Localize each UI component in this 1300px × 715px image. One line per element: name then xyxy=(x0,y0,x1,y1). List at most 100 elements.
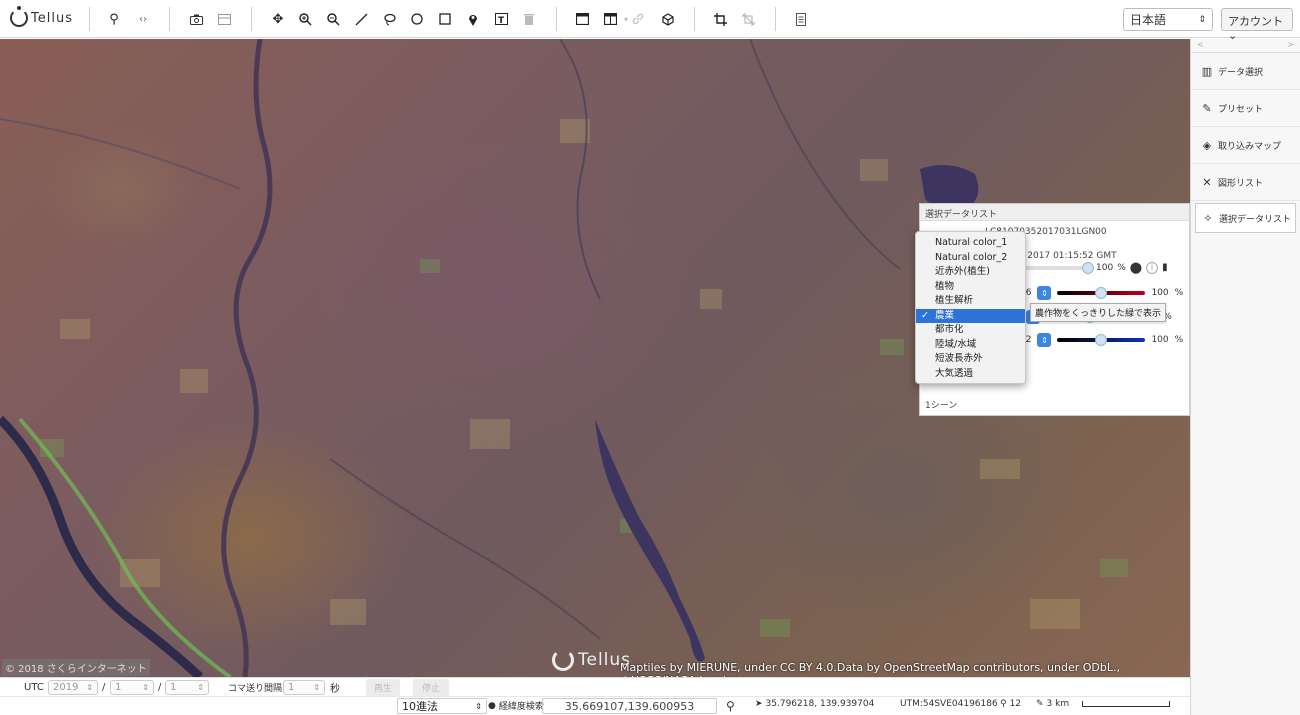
link-icon[interactable] xyxy=(628,9,648,29)
logo-icon xyxy=(10,6,28,27)
text-icon[interactable]: T xyxy=(491,9,511,29)
preset-option-selected[interactable]: ✓ 農業 xyxy=(916,308,1025,323)
frame-interval-spinner[interactable]: 1 ⇕ xyxy=(283,679,325,695)
preset-option-label: 農業 xyxy=(935,309,955,321)
panel-item-selected-data-list[interactable]: ✧ 選択データリスト xyxy=(1195,203,1296,233)
month-spinner[interactable]: 1 ⇕ xyxy=(110,679,154,695)
opacity-unit: % xyxy=(1117,262,1126,273)
band-slider-red[interactable] xyxy=(1057,287,1146,299)
preset-option[interactable]: Natural color_1 xyxy=(916,236,1025,251)
day-spinner[interactable]: 1 ⇕ xyxy=(165,679,209,695)
status-bar: 10進法 ⇕ ● 経緯度検索 35.669107,139.600953 ⚲ ➤ … xyxy=(0,696,1190,715)
preset-option[interactable]: 植生解析 xyxy=(916,294,1025,309)
spinner-arrows-icon: ⇕ xyxy=(197,682,204,692)
panel-item-label: 取り込みマップ xyxy=(1218,141,1282,152)
slider-knob[interactable] xyxy=(1095,287,1108,299)
crop-off-icon[interactable] xyxy=(738,9,758,29)
stop-button[interactable]: 停止 xyxy=(413,678,449,696)
zoom-level: 12 xyxy=(1009,699,1022,709)
document-icon[interactable] xyxy=(791,9,811,29)
seconds-label: 秒 xyxy=(330,683,340,695)
format-select[interactable]: 10進法 ⇕ xyxy=(397,698,487,714)
frame-interval-label: コマ送り間隔 xyxy=(228,683,283,694)
play-button[interactable]: 再生 xyxy=(366,678,400,696)
pin-icon: ● xyxy=(488,700,496,711)
panel-item-preset[interactable]: ✎ プリセット xyxy=(1191,90,1300,127)
year-spinner[interactable]: 2019 ⇕ xyxy=(48,679,98,695)
panel-item-label: 選択データリスト xyxy=(1219,214,1292,225)
search-icon: ⚲ xyxy=(1000,699,1007,709)
coord-search-group: 35.669107,139.600953 ⚲ xyxy=(542,698,735,714)
slider-knob[interactable] xyxy=(1082,261,1094,274)
day-value: 1 xyxy=(170,681,177,693)
band-unit: % xyxy=(1174,288,1184,298)
utc-label: UTC xyxy=(24,681,44,693)
chevron-left-icon[interactable]: < xyxy=(1197,40,1204,51)
data-icon: ▥ xyxy=(1201,64,1213,78)
scale-group: ✎ 3 km xyxy=(1036,699,1171,709)
circle-icon[interactable] xyxy=(407,9,427,29)
shapes-icon: ✕ xyxy=(1202,175,1212,189)
window-icon[interactable] xyxy=(572,9,592,29)
search-icon[interactable]: ⚲ xyxy=(104,9,124,29)
scene-count: 1シーン xyxy=(925,401,958,411)
preset-option[interactable]: 大気透過 xyxy=(916,367,1025,382)
preset-option[interactable]: 短波長赤外 xyxy=(916,352,1025,367)
opacity-slider[interactable] xyxy=(1020,261,1094,274)
trash-icon[interactable] xyxy=(519,9,539,29)
preset-option[interactable]: 都市化 xyxy=(916,323,1025,338)
info-icon[interactable]: i xyxy=(1146,261,1159,274)
line-icon[interactable] xyxy=(351,9,371,29)
band-row-red: 46 ⇕ 100 % xyxy=(1020,286,1183,300)
opacity-value: 100 xyxy=(1096,262,1114,273)
rectangle-icon[interactable] xyxy=(435,9,455,29)
tellus-logo[interactable]: Tellus xyxy=(10,6,73,27)
coord-search-input[interactable]: 35.669107,139.600953 xyxy=(542,698,717,714)
cube-icon[interactable] xyxy=(657,9,677,29)
account-button[interactable]: アカウント ⌄ xyxy=(1221,8,1293,42)
top-toolbar: Tellus ⚲ ‹› ✥ T ▾ 日本語 ⇕ アカウント ⌄ xyxy=(0,0,1300,42)
panel-item-label: 図形リスト xyxy=(1218,178,1264,189)
zoom-in-icon[interactable] xyxy=(295,9,315,29)
pin-icon[interactable]: ⬤ xyxy=(1130,261,1142,274)
crop-icon[interactable] xyxy=(710,9,730,29)
preset-option[interactable]: 近赤外(植生) xyxy=(916,265,1025,280)
search-icon[interactable]: ⚲ xyxy=(726,699,735,713)
logo-icon xyxy=(552,649,574,671)
panel-item-data-select[interactable]: ▥ データ選択 xyxy=(1191,53,1300,90)
band-slider-blue[interactable] xyxy=(1057,334,1146,346)
month-value: 1 xyxy=(115,681,122,693)
zoom-out-icon[interactable] xyxy=(323,9,343,29)
preset-option[interactable]: Natural color_2 xyxy=(916,251,1025,266)
embed-icon[interactable]: ‹› xyxy=(133,9,153,29)
right-side-panel: < > ▥ データ選択 ✎ プリセット ◈ 取り込みマップ ✕ 図形リスト ✧ … xyxy=(1190,39,1300,715)
map-attribution: Maptiles by MIERUNE, under CC BY 4.0.Dat… xyxy=(620,661,1120,677)
preset-option[interactable]: 植物 xyxy=(916,280,1025,295)
camera-icon[interactable] xyxy=(186,9,206,29)
band-stepper[interactable]: ⇕ xyxy=(1037,286,1052,300)
image-icon[interactable] xyxy=(214,9,234,29)
logo-text: Tellus xyxy=(31,10,73,26)
panel-arrows: < > xyxy=(1191,39,1300,53)
preset-icon: ✎ xyxy=(1202,101,1212,115)
band-stepper[interactable]: ⇕ xyxy=(1037,333,1052,347)
panel-item-imported-maps[interactable]: ◈ 取り込みマップ xyxy=(1191,127,1300,164)
divider xyxy=(89,7,90,31)
pin-icon[interactable] xyxy=(463,9,483,29)
chevron-right-icon[interactable]: > xyxy=(1287,40,1294,51)
preset-option[interactable]: 陸域/水域 xyxy=(916,338,1025,353)
check-icon: ✓ xyxy=(921,309,929,321)
spinner-arrows-icon: ⇕ xyxy=(142,682,149,692)
spinner-arrows-icon: ⇕ xyxy=(86,682,93,692)
scale-bar xyxy=(1082,701,1171,707)
band-percent: 100 xyxy=(1151,288,1169,298)
opacity-row: 100 % ⬤ i ▮ xyxy=(1020,261,1168,274)
band-row-blue: 32 ⇕ 100 % xyxy=(1020,333,1183,347)
move-icon[interactable]: ✥ xyxy=(268,9,288,29)
lasso-icon[interactable] xyxy=(379,9,399,29)
trash-icon[interactable]: ▮ xyxy=(1162,262,1168,273)
language-select[interactable]: 日本語 ⇕ xyxy=(1123,8,1213,31)
slider-knob[interactable] xyxy=(1095,334,1108,346)
preset-dropdown-menu: Natural color_1 Natural color_2 近赤外(植生) … xyxy=(915,231,1026,384)
panel-item-shape-list[interactable]: ✕ 図形リスト xyxy=(1191,164,1300,201)
